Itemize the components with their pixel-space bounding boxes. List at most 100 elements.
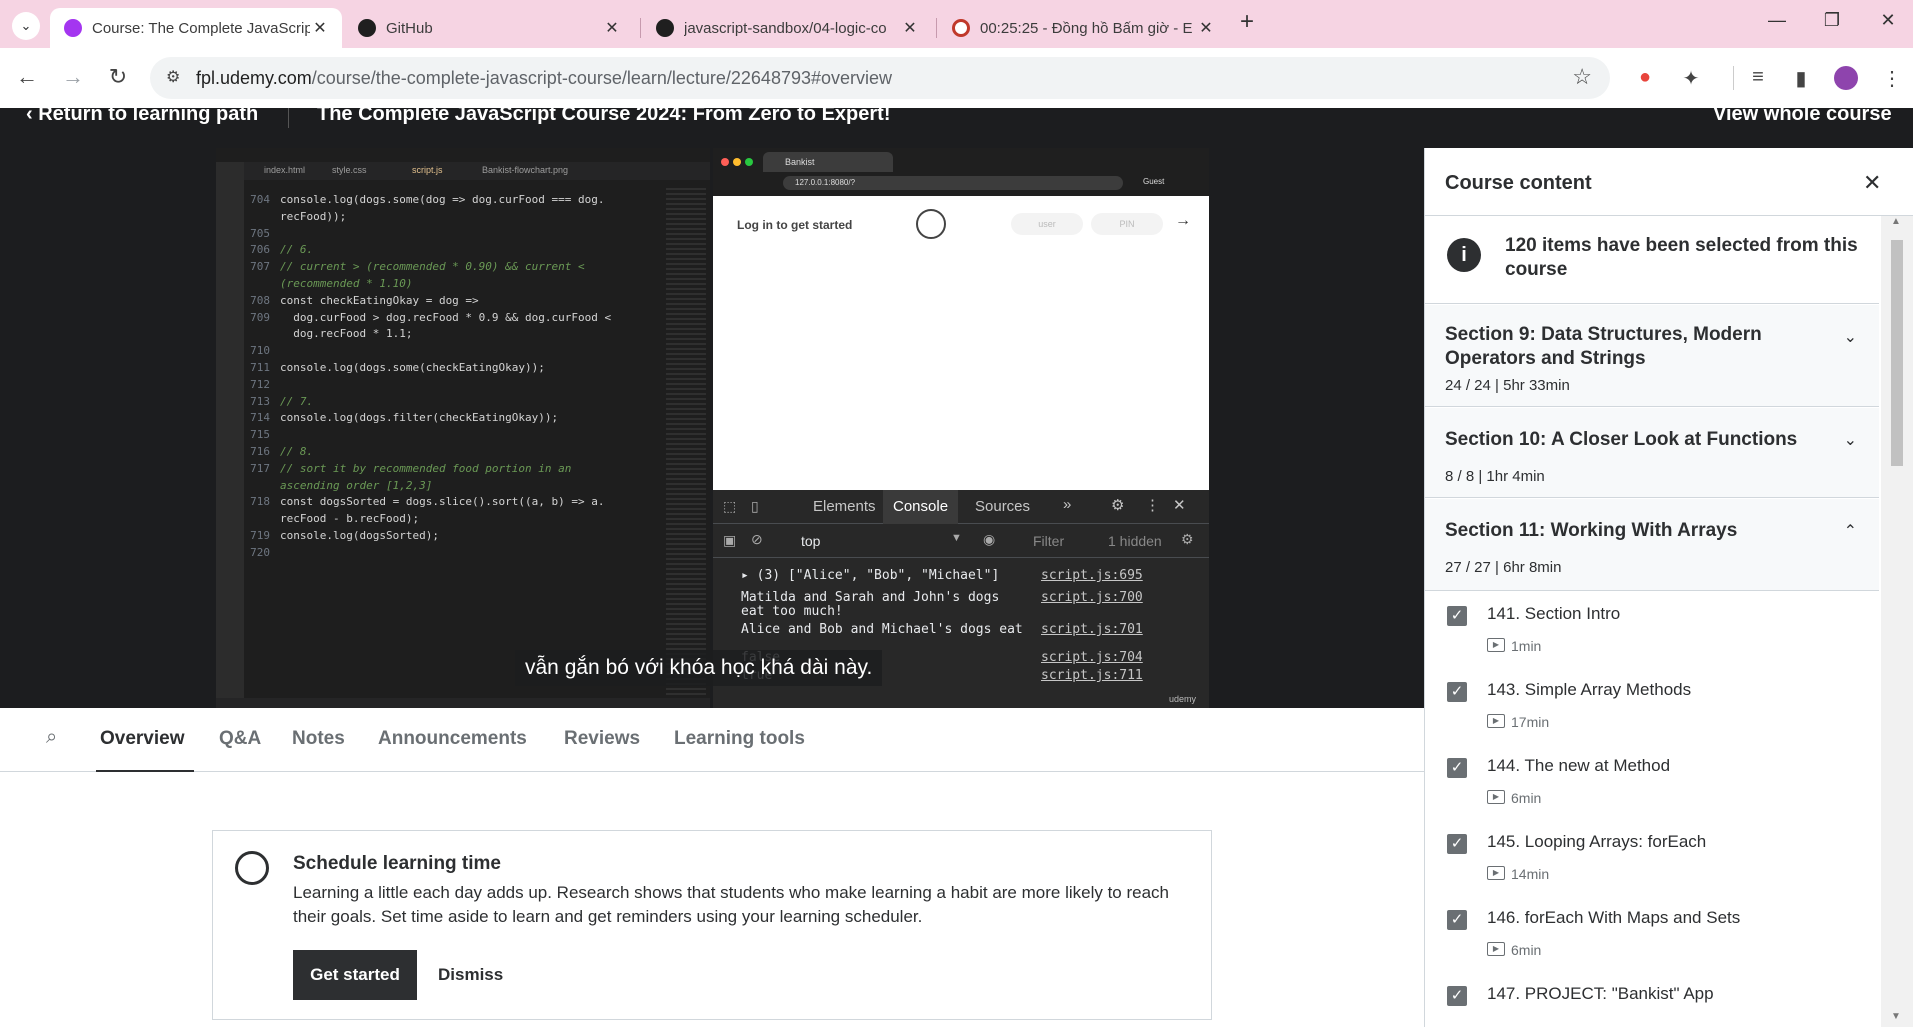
extensions-puzzle-icon[interactable]: ✦ — [1676, 66, 1706, 91]
address-bar[interactable]: ⚙ fpl.udemy.com/course/the-complete-java… — [150, 57, 1610, 99]
back-button[interactable]: ← — [12, 64, 42, 90]
scroll-up-arrow-icon[interactable]: ▲ — [1891, 216, 1901, 227]
devtools-tab-elements: Elements — [813, 498, 876, 515]
code-text: console.log(dogs.some(checkEatingOkay)); — [280, 360, 545, 374]
url-host: fpl.udemy.com — [196, 67, 312, 88]
console-source-link: script.js:704 — [1041, 650, 1143, 665]
minimize-button[interactable]: — — [1757, 10, 1797, 31]
code-text: // 7. — [280, 394, 314, 408]
tab-qa[interactable]: Q&A — [219, 728, 261, 750]
close-tab-icon[interactable]: ✕ — [310, 18, 330, 38]
new-tab-button[interactable]: + — [1240, 8, 1254, 36]
stopwatch-favicon-icon — [952, 19, 970, 37]
code-text: const checkEatingOkay = dog => — [280, 293, 479, 307]
active-tab-underline — [96, 770, 194, 772]
lecture-item[interactable]: ✓ 145. Looping Arrays: forEach ▶ 14min — [1425, 820, 1879, 896]
completed-checkbox[interactable]: ✓ — [1447, 606, 1467, 626]
section-9[interactable]: Section 9: Data Structures, Modern Opera… — [1425, 305, 1879, 407]
profile-avatar[interactable] — [1834, 66, 1858, 90]
lecture-duration: 6min — [1511, 942, 1542, 958]
close-tab-icon[interactable]: ✕ — [1196, 18, 1216, 38]
line-number: 709 — [250, 310, 270, 324]
line-number: 717 — [250, 461, 270, 475]
tab-learning-tools[interactable]: Learning tools — [674, 728, 805, 750]
line-number: 716 — [250, 444, 270, 458]
site-info-icon[interactable]: ⚙ — [166, 67, 180, 87]
line-number: 704 — [250, 193, 270, 206]
browser-tab-github[interactable]: GitHub ✕ — [344, 8, 634, 48]
kebab-menu-icon[interactable]: ⋮ — [1877, 66, 1907, 91]
browser-tab-sandbox[interactable]: javascript-sandbox/04-logic-co ✕ — [642, 8, 932, 48]
forward-button[interactable]: → — [58, 64, 88, 90]
dismiss-button[interactable]: Dismiss — [438, 965, 503, 985]
video-player[interactable]: index.html style.css script.js Bankist-f… — [0, 148, 1424, 708]
browser-tab-strip: ⌄ Course: The Complete JavaScript ✕ GitH… — [0, 0, 1913, 48]
code-line: 716 // 8. — [246, 444, 686, 461]
video-play-icon: ▶ — [1487, 714, 1505, 728]
browser-tab-udemy[interactable]: Course: The Complete JavaScript ✕ — [50, 8, 342, 48]
console-message: eat too much! — [741, 604, 1201, 619]
reload-button[interactable]: ↻ — [103, 64, 133, 90]
sidebar-title: Course content — [1445, 172, 1592, 194]
line-number — [246, 326, 280, 343]
return-to-learning-path-link[interactable]: ‹ Return to learning path — [26, 108, 258, 126]
chevron-down-icon: ▼ — [951, 532, 962, 544]
alarm-clock-icon — [235, 851, 269, 885]
code-line: 720 — [246, 545, 686, 562]
editor-tab: script.js — [412, 165, 443, 175]
tab-announcements[interactable]: Announcements — [378, 728, 527, 750]
code-line: 708 const checkEatingOkay = dog => — [246, 293, 686, 310]
completed-checkbox[interactable]: ✓ — [1447, 834, 1467, 854]
tab-search-dropdown[interactable]: ⌄ — [12, 12, 40, 40]
inspect-element-icon: ⬚ — [723, 498, 737, 514]
mock-pin-input: PIN — [1091, 213, 1163, 235]
browser-tab-stopwatch[interactable]: 00:25:25 - Đồng hồ Bấm giờ - E ✕ — [938, 8, 1228, 48]
section-10[interactable]: Section 10: A Closer Look at Functions 8… — [1425, 408, 1879, 498]
close-window-button[interactable]: ✕ — [1868, 10, 1908, 31]
console-text: eat too much! — [741, 604, 843, 619]
get-started-button[interactable]: Get started — [293, 950, 417, 1000]
course-title[interactable]: The Complete JavaScript Course 2024: Fro… — [317, 108, 891, 126]
lecture-item[interactable]: ✓ 141. Section Intro ▶ 1min — [1425, 592, 1879, 668]
sidebar-scrollbar[interactable]: ▲ ▼ — [1881, 216, 1913, 1027]
scrollbar-thumb[interactable] — [1891, 240, 1903, 466]
section-title: Section 10: A Closer Look at Functions — [1445, 429, 1798, 450]
line-number — [246, 276, 280, 293]
reload-icon: ↻ — [108, 64, 128, 89]
lecture-item[interactable]: ✓ 144. The new at Method ▶ 6min — [1425, 744, 1879, 820]
close-sidebar-icon[interactable]: ✕ — [1863, 170, 1881, 196]
lecture-item[interactable]: ✓ 143. Simple Array Methods ▶ 17min — [1425, 668, 1879, 744]
code-listing: 704 console.log(dogs.some(dog => dog.curF… — [246, 192, 686, 562]
media-control-icon[interactable]: ≡ — [1743, 66, 1773, 89]
tab-notes[interactable]: Notes — [292, 728, 345, 750]
code-text: // sort it by recommended food portion i… — [280, 461, 572, 475]
line-number: 707 — [250, 260, 270, 274]
code-line: (recommended * 1.10) — [246, 276, 686, 293]
tab-reviews[interactable]: Reviews — [564, 728, 640, 750]
code-text: console.log(dogsSorted); — [280, 528, 439, 542]
extension-bug-icon[interactable]: ● — [1630, 66, 1660, 89]
recorded-tab: Bankist — [763, 152, 893, 172]
completed-checkbox[interactable]: ✓ — [1447, 682, 1467, 702]
section-11[interactable]: Section 11: Working With Arrays 27 / 27 … — [1425, 499, 1879, 591]
close-tab-icon[interactable]: ✕ — [900, 18, 920, 38]
code-line: 705 — [246, 226, 686, 243]
lecture-item[interactable]: ✓ 147. PROJECT: "Bankist" App — [1425, 972, 1879, 1027]
login-prompt: Log in to get started — [737, 218, 853, 232]
code-line: 707 // current > (recommended * 0.90) && … — [246, 259, 686, 276]
lecture-item[interactable]: ✓ 146. forEach With Maps and Sets ▶ 6min — [1425, 896, 1879, 972]
scroll-down-arrow-icon[interactable]: ▼ — [1891, 1011, 1901, 1022]
completed-checkbox[interactable]: ✓ — [1447, 910, 1467, 930]
view-whole-course-link[interactable]: View whole course — [1713, 108, 1892, 126]
tab-overview[interactable]: Overview — [100, 728, 185, 750]
completed-checkbox[interactable]: ✓ — [1447, 986, 1467, 1006]
completed-checkbox[interactable]: ✓ — [1447, 758, 1467, 778]
close-tab-icon[interactable]: ✕ — [602, 18, 622, 38]
bookmark-star-icon[interactable]: ☆ — [1572, 64, 1592, 90]
schedule-learning-card: Schedule learning time Learning a little… — [212, 830, 1212, 1020]
code-line: recFood - b.recFood); — [246, 511, 686, 528]
restore-button[interactable]: ❐ — [1812, 10, 1852, 31]
code-text: recFood - b.recFood); — [280, 512, 420, 526]
search-icon[interactable]: ⌕ — [46, 726, 57, 749]
side-panel-icon[interactable]: ▮ — [1786, 66, 1816, 91]
